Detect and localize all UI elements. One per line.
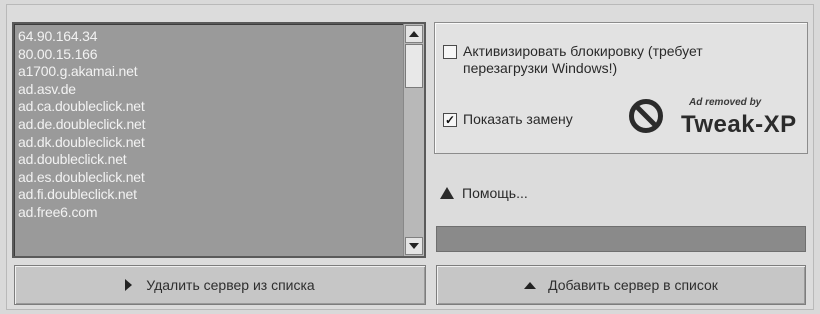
vertical-scrollbar[interactable] bbox=[403, 24, 424, 256]
list-item[interactable]: ad.asv.de bbox=[18, 81, 402, 99]
list-item[interactable]: a1700.g.akamai.net bbox=[18, 63, 402, 81]
scroll-thumb[interactable] bbox=[405, 44, 423, 88]
scroll-down-button[interactable] bbox=[405, 237, 423, 255]
eject-icon bbox=[524, 281, 537, 289]
activate-block-checkbox[interactable] bbox=[443, 45, 457, 59]
ad-removed-caption: Ad removed by bbox=[689, 97, 762, 108]
add-server-label: Добавить сервер в список bbox=[548, 277, 718, 293]
play-icon bbox=[125, 279, 133, 291]
status-bar-fill bbox=[437, 227, 805, 251]
options-group: Активизировать блокировку (требует перез… bbox=[434, 22, 808, 154]
list-item[interactable]: 64.90.164.34 bbox=[18, 28, 402, 46]
list-item[interactable]: ad.doubleclick.net bbox=[18, 151, 402, 169]
no-entry-icon bbox=[629, 99, 663, 133]
delete-server-button[interactable]: Удалить сервер из списка bbox=[14, 265, 426, 305]
list-item[interactable]: ad.dk.doubleclick.net bbox=[18, 134, 402, 152]
warning-icon bbox=[440, 187, 454, 199]
arrow-down-icon bbox=[409, 243, 419, 249]
list-item[interactable]: ad.fi.doubleclick.net bbox=[18, 186, 402, 204]
help-link[interactable]: Помощь... bbox=[440, 185, 528, 201]
status-bar bbox=[436, 226, 806, 252]
help-label: Помощь... bbox=[462, 185, 528, 201]
ad-removed-badge: Ad removed by Tweak-XP bbox=[629, 93, 799, 141]
list-item[interactable]: ad.es.doubleclick.net bbox=[18, 169, 402, 187]
show-replacement-option[interactable]: ✓ Показать замену bbox=[443, 111, 573, 128]
activate-block-label: Активизировать блокировку (требует перез… bbox=[463, 43, 703, 76]
server-list: 64.90.164.34 80.00.15.166 a1700.g.akamai.n… bbox=[18, 28, 402, 254]
activate-block-option[interactable]: Активизировать блокировку (требует перез… bbox=[443, 43, 783, 77]
add-server-button[interactable]: Добавить сервер в список bbox=[436, 265, 806, 305]
show-replacement-checkbox[interactable]: ✓ bbox=[443, 113, 457, 127]
server-listbox[interactable]: 64.90.164.34 80.00.15.166 a1700.g.akamai.n… bbox=[12, 22, 426, 258]
list-item[interactable]: 80.00.15.166 bbox=[18, 46, 402, 64]
brand-logo-text: Tweak-XP bbox=[681, 111, 797, 138]
delete-server-label: Удалить сервер из списка bbox=[146, 277, 315, 293]
arrow-up-icon bbox=[409, 31, 419, 37]
scroll-up-button[interactable] bbox=[405, 25, 423, 43]
show-replacement-label: Показать замену bbox=[463, 111, 573, 127]
list-item[interactable]: ad.free6.com bbox=[18, 204, 402, 222]
list-item[interactable]: ad.ca.doubleclick.net bbox=[18, 98, 402, 116]
list-item[interactable]: ad.de.doubleclick.net bbox=[18, 116, 402, 134]
